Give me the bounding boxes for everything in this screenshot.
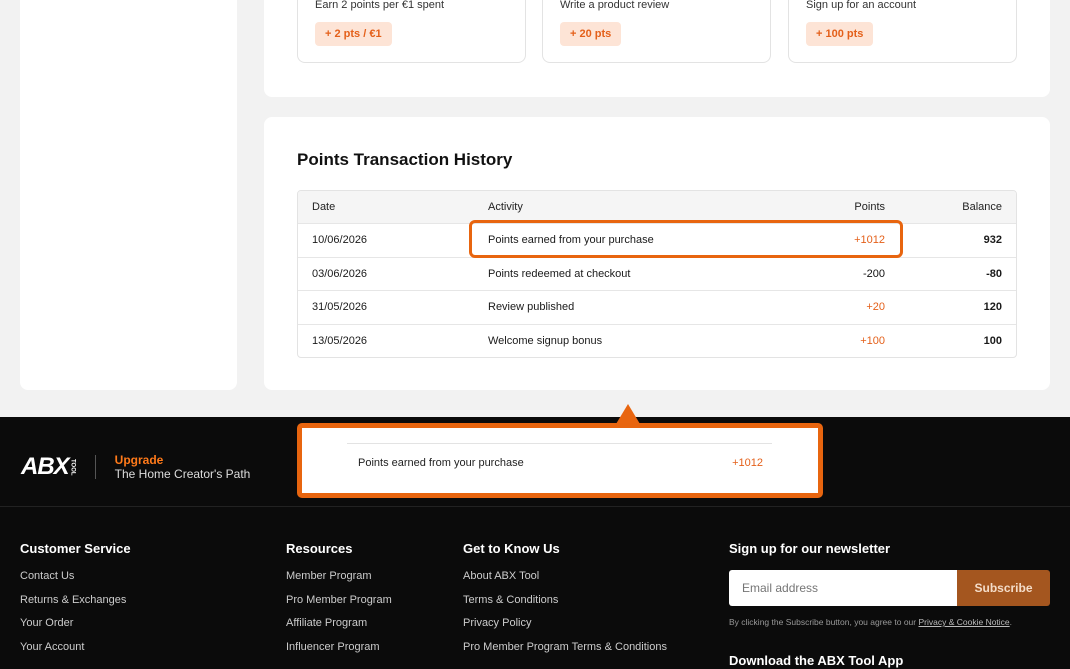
upgrade-label: Upgrade bbox=[114, 453, 164, 467]
column-header-points: Points bbox=[854, 201, 885, 213]
row-date: 13/05/2026 bbox=[312, 334, 368, 347]
row-activity: Review published bbox=[488, 301, 575, 314]
row-activity: Points redeemed at checkout bbox=[488, 267, 631, 280]
newsletter-heading: Sign up for our newsletter bbox=[729, 541, 891, 556]
subscribe-button[interactable]: Subscribe bbox=[957, 570, 1050, 606]
abx-logo-sub: TOOL bbox=[69, 458, 76, 476]
row-points: -200 bbox=[862, 267, 885, 280]
earn-card-review: Write a product review + 20 pts bbox=[542, 0, 771, 63]
callout-arrow bbox=[616, 404, 640, 424]
earn-card-description: Write a product review bbox=[560, 0, 670, 11]
earn-card-reward-badge: + 100 pts bbox=[806, 22, 874, 46]
history-title: Points Transaction History bbox=[297, 150, 513, 169]
callout-activity: Points earned from your purchase bbox=[358, 457, 524, 469]
history-table: Date Activity Points Balance 10/06/2026 … bbox=[297, 190, 1017, 358]
table-row: 03/06/2026 Points redeemed at checkout -… bbox=[298, 256, 1016, 291]
row-activity: Points earned from your purchase bbox=[488, 234, 654, 247]
column-header-date: Date bbox=[312, 201, 336, 213]
earn-card-reward-badge: + 20 pts bbox=[560, 22, 622, 46]
footer-link-your-account[interactable]: Your Account bbox=[20, 641, 131, 665]
earn-card-description: Sign up for an account bbox=[806, 0, 917, 11]
row-points: +20 bbox=[866, 301, 885, 314]
app-download-heading: Download the ABX Tool App bbox=[729, 653, 904, 668]
resources-heading: Resources bbox=[286, 541, 353, 556]
brand-tagline: Upgrade The Home Creator's Path bbox=[115, 453, 251, 481]
earn-points-section: Earn 2 points per €1 spent + 2 pts / €1 … bbox=[264, 0, 1050, 97]
brand-divider bbox=[94, 455, 96, 479]
column-header-activity: Activity bbox=[488, 201, 523, 213]
table-row: 13/05/2026 Welcome signup bonus +100 100 bbox=[298, 323, 1016, 358]
resources-column: Resources Member Program Pro Member Prog… bbox=[286, 541, 392, 664]
footer-link-your-order[interactable]: Your Order bbox=[20, 617, 131, 641]
earn-card-description: Earn 2 points per €1 spent bbox=[315, 0, 445, 11]
privacy-cookie-link[interactable]: Privacy & Cookie Notice bbox=[918, 617, 1009, 627]
earn-card-reward-badge: + 2 pts / €1 bbox=[315, 22, 392, 46]
know-us-heading: Get to Know Us bbox=[463, 541, 560, 556]
footer-link-pro-terms[interactable]: Pro Member Program Terms & Conditions bbox=[463, 641, 667, 665]
zoom-callout: Points earned from your purchase +1012 bbox=[297, 423, 823, 498]
callout-points: +1012 bbox=[732, 457, 763, 469]
footer-link-affiliate-program[interactable]: Affiliate Program bbox=[286, 617, 392, 641]
transaction-history-card: Points Transaction History Date Activity… bbox=[264, 117, 1050, 390]
row-points: +1012 bbox=[854, 234, 885, 247]
footer-link-member-program[interactable]: Member Program bbox=[286, 570, 392, 594]
footer-brand: ABX TOOL Upgrade The Home Creator's Path bbox=[21, 453, 250, 481]
email-field[interactable] bbox=[729, 570, 957, 606]
know-us-column: Get to Know Us About ABX Tool Terms & Co… bbox=[463, 541, 667, 664]
customer-service-column: Customer Service Contact Us Returns & Ex… bbox=[20, 541, 131, 664]
row-date: 03/06/2026 bbox=[312, 267, 368, 280]
table-row: 31/05/2026 Review published +20 120 bbox=[298, 290, 1016, 324]
footer-link-about[interactable]: About ABX Tool bbox=[463, 570, 667, 594]
earn-card-signup: Sign up for an account + 100 pts bbox=[788, 0, 1017, 63]
table-header: Date Activity Points Balance bbox=[298, 191, 1016, 223]
column-header-balance: Balance bbox=[962, 201, 1002, 213]
row-points: +100 bbox=[860, 334, 885, 347]
row-date: 31/05/2026 bbox=[312, 301, 368, 314]
customer-service-heading: Customer Service bbox=[20, 541, 131, 556]
row-date: 10/06/2026 bbox=[312, 234, 368, 247]
tagline-text: The Home Creator's Path bbox=[114, 467, 251, 481]
newsletter-form: Subscribe bbox=[729, 570, 1050, 606]
footer-link-terms[interactable]: Terms & Conditions bbox=[463, 594, 667, 618]
callout-divider bbox=[347, 443, 772, 444]
row-balance: 932 bbox=[983, 234, 1002, 247]
footer-link-contact-us[interactable]: Contact Us bbox=[20, 570, 131, 594]
row-balance: -80 bbox=[986, 267, 1002, 280]
newsletter-disclaimer: By clicking the Subscribe button, you ag… bbox=[729, 617, 1012, 627]
row-activity: Welcome signup bonus bbox=[488, 334, 603, 347]
sidebar-card bbox=[20, 0, 237, 390]
earn-card-purchase: Earn 2 points per €1 spent + 2 pts / €1 bbox=[297, 0, 526, 63]
footer-link-privacy[interactable]: Privacy Policy bbox=[463, 617, 667, 641]
row-balance: 120 bbox=[983, 301, 1002, 314]
disclaimer-end: . bbox=[1009, 617, 1013, 627]
disclaimer-text: By clicking the Subscribe button, you ag… bbox=[729, 617, 917, 627]
footer-link-returns[interactable]: Returns & Exchanges bbox=[20, 594, 131, 618]
footer-link-influencer-program[interactable]: Influencer Program bbox=[286, 641, 392, 665]
footer-link-pro-member-program[interactable]: Pro Member Program bbox=[286, 594, 392, 618]
footer-divider bbox=[0, 506, 1070, 507]
row-balance: 100 bbox=[983, 334, 1002, 347]
abx-logo[interactable]: ABX bbox=[21, 453, 70, 481]
table-row: 10/06/2026 Points earned from your purch… bbox=[298, 223, 1016, 257]
